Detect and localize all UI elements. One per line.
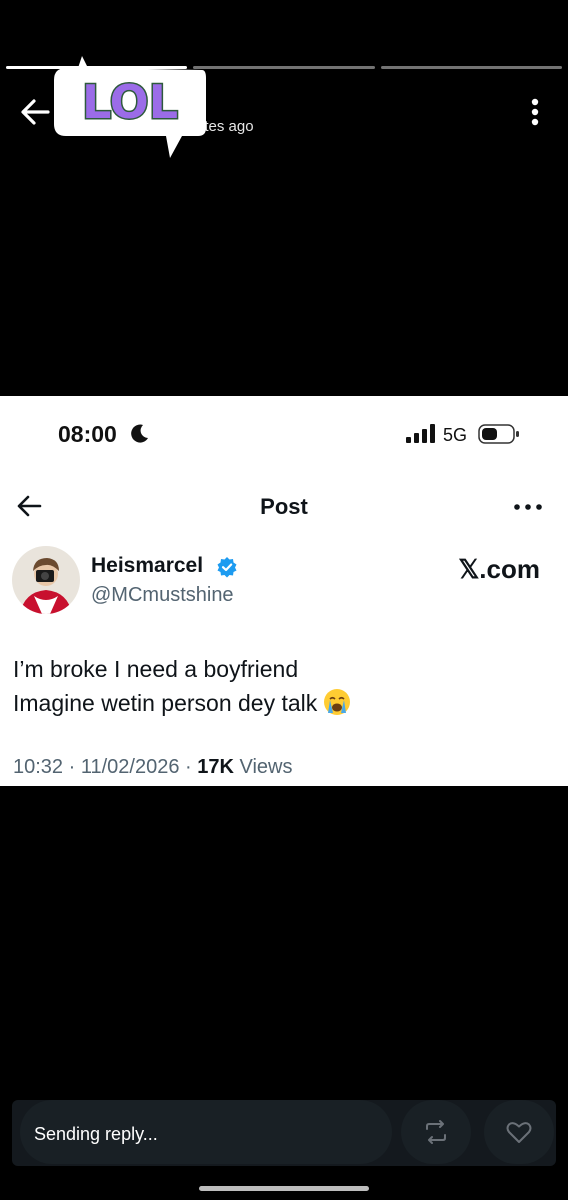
moon-icon [129, 422, 151, 444]
network-type: 5G [443, 425, 468, 445]
repost-button[interactable] [401, 1100, 471, 1164]
reply-status-text: Sending reply... [34, 1124, 158, 1144]
tweet-time: 10:32 [13, 756, 64, 778]
lol-sticker[interactable]: LOL [52, 54, 208, 160]
back-arrow-icon[interactable] [18, 95, 52, 129]
x-com-watermark: 𝕏.com [458, 554, 540, 584]
signal-icon [406, 424, 436, 443]
tweet-text: I’m broke I need a boyfriend Imagine wet… [13, 652, 351, 720]
post-screenshot: 08:00 5G Post Heismarcel @MCmustshine 𝕏.… [0, 396, 568, 786]
views-label: Views [233, 756, 293, 778]
tweet-date: 11/02/2026 [80, 756, 180, 778]
progress-segment [193, 66, 375, 69]
like-button[interactable] [484, 1100, 554, 1164]
meta-separator: · [63, 756, 81, 778]
author-handle[interactable]: @MCmustshine [91, 584, 234, 607]
verified-badge-icon [216, 556, 238, 578]
sticker-text: LOL [82, 75, 178, 129]
tweet-line-2-text: Imagine wetin person dey talk [13, 690, 318, 716]
avatar[interactable] [12, 546, 80, 614]
heart-icon [506, 1122, 532, 1143]
reply-bar: Sending reply... [12, 1100, 556, 1166]
views-count: 17K [197, 756, 234, 778]
home-indicator [199, 1186, 369, 1191]
battery-icon [478, 424, 520, 444]
progress-segment [380, 66, 562, 69]
more-horizontal-icon[interactable] [512, 500, 544, 512]
tweet-line-1: I’m broke I need a boyfriend [13, 656, 299, 682]
tweet-line-2: Imagine wetin person dey talk [13, 686, 351, 720]
status-time: 08:00 [58, 421, 117, 447]
repost-icon [426, 1120, 446, 1144]
crying-emoji-icon [323, 688, 351, 716]
tweet-meta: 10:32 · 11/02/2026 · 17K Views [13, 756, 293, 779]
author-name[interactable]: Heismarcel [91, 554, 203, 578]
post-header-title: Post [260, 494, 308, 519]
more-vertical-icon[interactable] [522, 97, 548, 127]
meta-separator: · [179, 756, 198, 778]
